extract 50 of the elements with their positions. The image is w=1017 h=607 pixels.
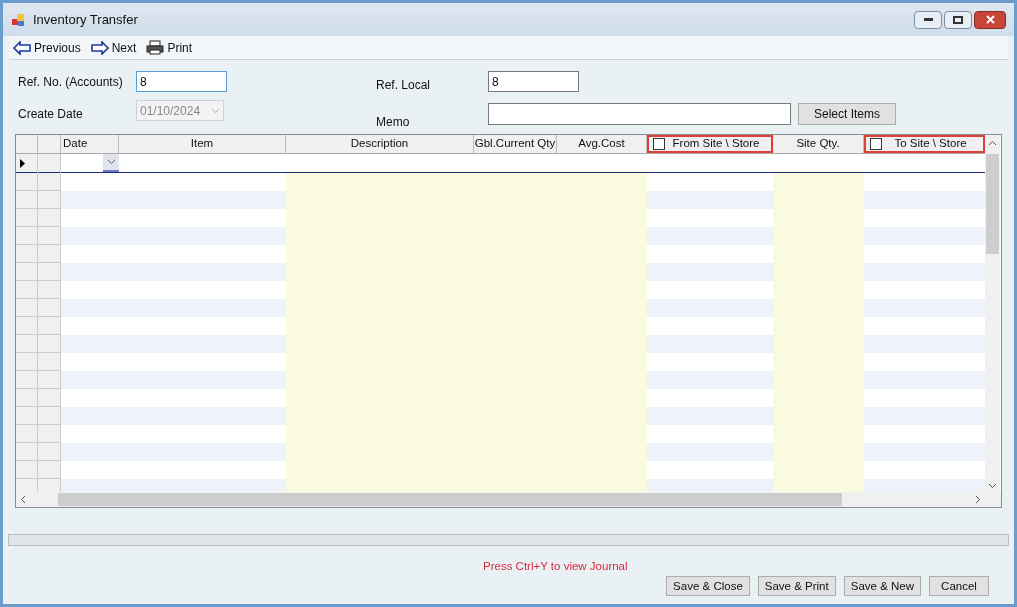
close-icon xyxy=(985,15,995,24)
header-checkbox[interactable] xyxy=(870,138,882,150)
field-label: Ref. No. (Accounts) xyxy=(18,74,124,91)
chevron-down-icon xyxy=(211,107,220,114)
column-header[interactable]: Gbl.Current Qty xyxy=(474,135,557,153)
horizontal-scrollbar[interactable] xyxy=(16,492,1001,507)
column-header[interactable]: Site Qty. xyxy=(773,135,864,153)
memo-field[interactable] xyxy=(488,103,791,125)
right-arrow-icon xyxy=(90,40,109,55)
journal-hint: Press Ctrl+Y to view Journal xyxy=(483,559,628,574)
field-label: Create Date xyxy=(18,106,84,123)
toolbar-button[interactable]: Previous xyxy=(13,38,81,57)
column-header[interactable]: To Site \ Store xyxy=(864,135,985,153)
scrollbar-thumb[interactable] xyxy=(986,154,999,254)
select-items-button[interactable]: Select Items xyxy=(798,103,896,125)
column-header[interactable]: From Site \ Store xyxy=(647,135,773,153)
minimize-button[interactable] xyxy=(914,10,942,29)
chevron-left-icon xyxy=(20,495,26,504)
footer-button[interactable]: Save & New xyxy=(843,576,921,597)
field-label: Memo xyxy=(376,114,411,131)
column-header[interactable]: Avg.Cost xyxy=(557,135,647,153)
footer-button[interactable]: Cancel xyxy=(929,576,989,597)
chevron-down-icon xyxy=(988,483,997,489)
dropdown-button[interactable] xyxy=(103,154,119,172)
chevron-right-icon xyxy=(975,495,981,504)
column-header[interactable]: Item xyxy=(119,135,286,153)
new-row-cell[interactable] xyxy=(864,154,985,173)
column-header[interactable]: Description xyxy=(286,135,474,153)
scrollbar-thumb[interactable] xyxy=(58,493,842,506)
vertical-scrollbar[interactable] xyxy=(985,135,1000,492)
new-row-cell[interactable] xyxy=(61,154,119,173)
chevron-up-icon xyxy=(988,140,997,146)
field-label: Ref. Local xyxy=(376,77,432,94)
column-header[interactable]: Date xyxy=(61,135,119,153)
footer-button[interactable]: Save & Print xyxy=(757,576,836,597)
footer-button[interactable]: Save & Close xyxy=(666,576,750,597)
input-field[interactable]: 8 xyxy=(488,71,579,92)
window-title: Inventory Transfer xyxy=(33,10,138,29)
printer-icon xyxy=(146,40,165,55)
header-checkbox[interactable] xyxy=(653,138,665,150)
current-row-icon xyxy=(20,158,25,168)
maximize-button[interactable] xyxy=(944,10,972,29)
toolbar-button[interactable]: Print xyxy=(146,38,193,57)
chevron-down-icon xyxy=(106,159,116,165)
input-field[interactable]: 8 xyxy=(136,71,227,92)
left-arrow-icon xyxy=(13,40,31,55)
new-row-cell[interactable] xyxy=(119,154,286,173)
app-icon xyxy=(11,12,25,27)
toolbar-button[interactable]: Next xyxy=(90,38,137,57)
close-button[interactable] xyxy=(974,10,1006,29)
